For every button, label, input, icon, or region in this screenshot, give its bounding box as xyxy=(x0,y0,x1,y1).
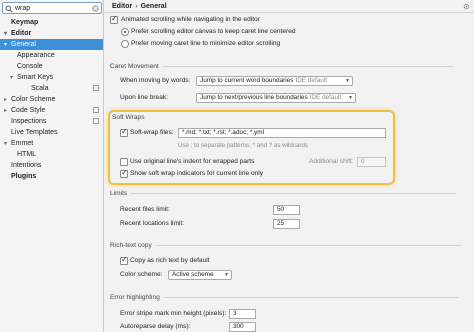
sidebar-item-label: Code Style xyxy=(11,107,46,114)
words-combo[interactable]: Jump to current word boundaries IDE defau… xyxy=(196,76,353,86)
line-break-combo[interactable]: Jump to next/previous line boundaries IDE… xyxy=(196,93,356,103)
rich-text-header: Rich-text copy xyxy=(110,241,461,251)
copy-rich-text-checkbox[interactable] xyxy=(120,255,128,265)
original-indent-label: Use original line's indent for wrapped p… xyxy=(130,158,255,165)
sidebar-item-label: Editor xyxy=(11,30,32,37)
section-divider xyxy=(131,192,457,194)
sidebar-item-label: Scala xyxy=(31,85,49,92)
project-scope-icon xyxy=(93,118,99,124)
sidebar-item-keymap[interactable]: Keymap xyxy=(0,17,103,28)
section-divider xyxy=(163,296,459,298)
chevron-down-icon: ▼ xyxy=(224,272,229,278)
sidebar-item-label: General xyxy=(11,41,36,48)
caret-movement-title: Caret Movement xyxy=(110,63,159,70)
sidebar-item-general[interactable]: ▾ General xyxy=(0,39,103,50)
soft-wraps-title: Soft Wraps xyxy=(112,114,145,121)
animated-scrolling-label: Animated scrolling while navigating in t… xyxy=(121,16,260,23)
sidebar-item-plugins[interactable]: Plugins xyxy=(0,171,103,182)
autoreparse-input[interactable]: 300 xyxy=(229,322,256,332)
line-break-value: Jump to next/previous line boundaries xyxy=(200,94,308,101)
search-icon xyxy=(5,5,13,13)
sidebar-item-label: Intentions xyxy=(11,162,42,169)
prefer-caret-label: Prefer moving caret line to minimize edi… xyxy=(131,40,281,47)
line-break-hint: IDE default xyxy=(309,94,342,101)
sidebar-item-color-scheme[interactable]: ▸ Color Scheme xyxy=(0,94,103,105)
sidebar-item-code-style[interactable]: ▸ Code Style xyxy=(0,105,103,116)
sidebar-item-label: Inspections xyxy=(11,118,47,125)
recent-files-input[interactable]: 50 xyxy=(273,205,300,215)
gear-icon[interactable] xyxy=(463,3,470,10)
show-indicators-label: Show soft wrap indicators for current li… xyxy=(130,170,264,177)
sidebar-item-html[interactable]: HTML xyxy=(0,149,103,160)
soft-wrap-files-checkbox[interactable] xyxy=(120,127,128,137)
sidebar-item-label: Emmet xyxy=(11,140,34,147)
sidebar-item-label: HTML xyxy=(17,151,37,158)
error-highlighting-header: Error highlighting xyxy=(110,293,459,303)
recent-files-label: Recent files limit: xyxy=(120,206,170,213)
error-stripe-label: Error stripe mark min height (pixels): xyxy=(120,310,227,317)
soft-wrap-files-label: Soft-wrap files: xyxy=(130,129,174,136)
breadcrumb: Editor › General xyxy=(104,0,474,13)
additional-shift-input[interactable]: 0 xyxy=(357,157,386,167)
sidebar-item-inspections[interactable]: Inspections xyxy=(0,116,103,127)
animated-scrolling-checkbox[interactable] xyxy=(110,14,118,24)
autoreparse-label: Autoreparse delay (ms): xyxy=(120,323,191,330)
breadcrumb-general: General xyxy=(140,3,167,10)
sidebar-item-intentions[interactable]: Intentions xyxy=(0,160,103,171)
line-break-label: Upon line break: xyxy=(120,94,169,101)
words-value: Jump to current word boundaries xyxy=(200,77,294,84)
chevron-down-icon: ▼ xyxy=(348,95,353,101)
words-label: When moving by words: xyxy=(120,77,191,84)
breadcrumb-editor[interactable]: Editor xyxy=(112,3,132,10)
sidebar-item-smart-keys[interactable]: ▾ Smart Keys xyxy=(0,72,103,83)
soft-wrap-files-input[interactable]: *.md; *.txt; *.rst; *.adoc; *.yml xyxy=(178,128,386,138)
original-indent-checkbox[interactable] xyxy=(120,158,128,166)
limits-title: Limits xyxy=(110,190,128,197)
settings-sidebar: wrap Keymap ▾ Editor ▾ General Appearance Cons… xyxy=(0,0,104,332)
rich-text-title: Rich-text copy xyxy=(110,242,152,249)
error-highlighting-title: Error highlighting xyxy=(110,294,160,301)
clear-search-icon[interactable] xyxy=(92,5,99,12)
recent-locations-input[interactable]: 25 xyxy=(273,219,300,229)
recent-locations-label: Recent locations limit: xyxy=(120,220,185,227)
sidebar-item-label: Appearance xyxy=(17,52,55,59)
show-indicators-checkbox[interactable] xyxy=(120,168,128,178)
sidebar-item-emmet[interactable]: ▾ Emmet xyxy=(0,138,103,149)
sidebar-item-console[interactable]: Console xyxy=(0,61,103,72)
soft-wrap-files-hint: Use ; to separate patterns, * and ? as w… xyxy=(178,142,309,149)
sidebar-item-editor[interactable]: ▾ Editor xyxy=(0,28,103,39)
project-scope-icon xyxy=(93,85,99,91)
section-divider xyxy=(155,244,461,246)
sidebar-item-scala[interactable]: Scala xyxy=(0,83,103,94)
sidebar-item-label: Color Scheme xyxy=(11,96,56,103)
prefer-canvas-radio[interactable] xyxy=(121,28,129,36)
additional-shift-label: Additional shift: xyxy=(309,158,354,165)
sidebar-item-label: Live Templates xyxy=(11,129,58,136)
prefer-canvas-label: Prefer scrolling editor canvas to keep c… xyxy=(131,28,296,35)
chevron-down-icon: ▼ xyxy=(345,78,350,84)
copy-rich-text-label: Copy as rich text by default xyxy=(130,257,210,264)
color-scheme-label: Color scheme: xyxy=(120,271,163,278)
sidebar-item-label: Keymap xyxy=(11,19,39,26)
sidebar-item-label: Plugins xyxy=(11,173,37,180)
caret-movement-header: Caret Movement xyxy=(110,62,453,72)
color-scheme-combo[interactable]: Active scheme ▼ xyxy=(168,270,232,280)
section-divider xyxy=(162,65,453,67)
sidebar-item-live-templates[interactable]: Live Templates xyxy=(0,127,103,138)
error-stripe-input[interactable]: 3 xyxy=(229,309,256,319)
search-field[interactable]: wrap xyxy=(2,2,102,14)
sidebar-item-label: Console xyxy=(17,63,43,70)
project-scope-icon xyxy=(93,107,99,113)
prefer-caret-radio[interactable] xyxy=(121,40,129,48)
breadcrumb-separator: › xyxy=(135,3,138,10)
sidebar-item-appearance[interactable]: Appearance xyxy=(0,50,103,61)
color-scheme-value: Active scheme xyxy=(172,271,214,278)
words-hint: IDE default xyxy=(295,77,328,84)
limits-header: Limits xyxy=(110,189,457,199)
search-input[interactable]: wrap xyxy=(15,4,30,13)
sidebar-item-label: Smart Keys xyxy=(17,74,54,81)
